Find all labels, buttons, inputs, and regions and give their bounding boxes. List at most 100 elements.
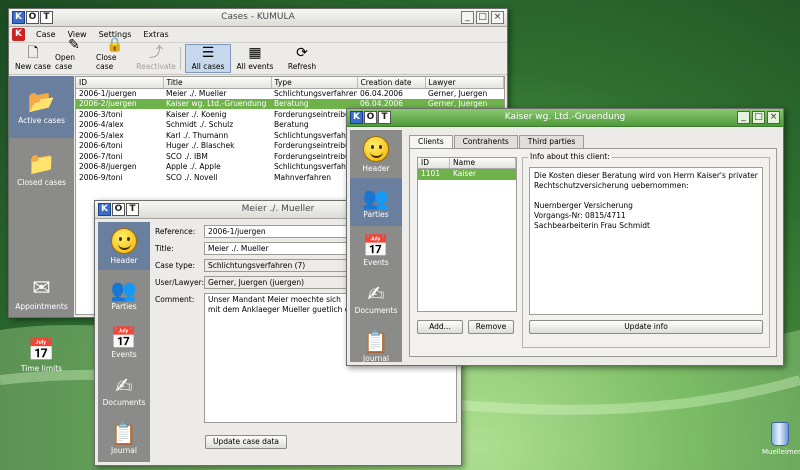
column-header[interactable]: ID [76, 77, 164, 89]
documents-icon: ✍ [367, 281, 385, 306]
info-line: Die Kosten dieser Beratung wird von Herr… [534, 171, 758, 190]
section-header[interactable]: Header [98, 222, 150, 270]
section-documents[interactable]: ✍ Documents [98, 366, 150, 414]
column-header[interactable]: Lawyer [425, 77, 504, 89]
update-info-button[interactable]: Update info [529, 320, 763, 334]
section-events[interactable]: 📅 Events [98, 318, 150, 366]
section-label: Header [362, 163, 390, 173]
new-case-button[interactable]: 🗋 New case [13, 44, 53, 73]
section-events[interactable]: 📅 Events [350, 226, 402, 274]
smiley-icon [363, 135, 389, 162]
table-cell: Meier ./. Mueller [166, 89, 227, 98]
toolbar-label: Reactivate [136, 62, 176, 71]
section-label: Parties [363, 209, 389, 219]
sidebar-item-label: Time limits [20, 363, 63, 373]
client-info-textarea[interactable]: Die Kosten dieser Beratung wird von Herr… [529, 167, 763, 315]
minimize-icon[interactable]: _ [461, 11, 474, 24]
table-cell: Forderungseintreibung [274, 109, 357, 119]
sidebar-item-label: Closed cases [17, 177, 66, 187]
list-item[interactable]: 1101 Kaiser [418, 169, 516, 180]
tab-contrahents[interactable]: Contrahents [453, 135, 518, 148]
closed-folder-icon: 📁 [27, 151, 56, 177]
reactivate-button[interactable]: ⤴ Reactivate [136, 44, 176, 73]
toolbar: 🗋 New case ✎ Open case 🔒 Close case ⤴ Reactivat… [9, 37, 507, 75]
open-case-button[interactable]: ✎ Open case [54, 37, 94, 73]
tab-clients[interactable]: Clients [409, 135, 453, 149]
cases-sidebar: 📂 Active cases 📁 Closed cases ✉ Appointments 📅… [9, 76, 74, 373]
trash-label: Muelleimer [762, 448, 800, 456]
client-id: 1101 [421, 169, 441, 178]
clients-col-id[interactable]: ID [418, 158, 450, 168]
section-journal[interactable]: 📋 Journal [350, 322, 402, 370]
menu-case[interactable]: Case [31, 30, 61, 39]
section-parties[interactable]: 👥 Parties [98, 270, 150, 318]
new-case-icon: 🗋 [27, 45, 39, 61]
add-client-button[interactable]: Add... [417, 320, 463, 334]
window-controls: _ □ × [461, 11, 504, 24]
desktop-trash[interactable]: Muelleimer [762, 422, 800, 456]
section-documents[interactable]: ✍ Documents [350, 274, 402, 322]
section-parties[interactable]: 👥 Parties [350, 178, 402, 226]
column-header[interactable]: Type [271, 77, 358, 89]
reference-label: Reference: [155, 227, 196, 236]
table-cell: Beratung [271, 98, 357, 109]
table-cell: Forderungseintreibung [274, 141, 357, 151]
appointments-icon: ✉ [32, 275, 51, 301]
toolbar-label: New case [15, 62, 51, 71]
table-cell: Forderungseintreibung [274, 151, 357, 161]
case-sections-sidebar: Header 👥 Parties 📅 Events ✍ Documents 📋 Journal [350, 130, 402, 363]
clients-panel: ID Name 1101 Kaiser Add... Remove Info a… [409, 148, 777, 357]
table-cell: 2006-2/juergen [76, 98, 163, 109]
column-header[interactable]: Title [163, 77, 272, 89]
update-case-data-button[interactable]: Update case data [205, 435, 287, 449]
section-label: Header [110, 255, 138, 265]
clients-list: ID Name 1101 Kaiser [417, 157, 517, 312]
minimize-icon[interactable]: _ [737, 111, 750, 124]
section-label: Documents [102, 397, 146, 407]
section-journal[interactable]: 📋 Journal [98, 414, 150, 462]
client-name: Kaiser [453, 169, 477, 178]
maximize-icon[interactable]: □ [752, 111, 765, 124]
maximize-icon[interactable]: □ [476, 11, 489, 24]
client-info-group: Info about this client: Die Kosten diese… [522, 152, 770, 348]
sidebar-item-active-cases[interactable]: 📂 Active cases [9, 76, 74, 138]
all-events-button[interactable]: ▦ All events [232, 44, 278, 73]
smiley-icon [111, 227, 137, 254]
cases-titlebar[interactable]: K O T Cases - KUMULA _ □ × [9, 9, 507, 27]
title-label: Title: [155, 244, 174, 253]
remove-client-button[interactable]: Remove [468, 320, 514, 334]
calendar-icon: 📅 [110, 325, 138, 350]
clients-col-name[interactable]: Name [450, 158, 516, 168]
column-header[interactable]: Creation date [357, 77, 426, 89]
section-label: Events [363, 257, 389, 267]
clients-header: ID Name [418, 158, 516, 169]
open-case-icon: ✎ [68, 37, 80, 53]
table-cell: Schlichtungsverfahren [274, 130, 357, 140]
toolbar-separator [180, 47, 181, 70]
table-cell: 2006-1/juergen [79, 89, 137, 98]
parties-tabs: Clients Contrahents Third parties [409, 135, 585, 149]
parties-icon: 👥 [110, 277, 138, 302]
refresh-button[interactable]: ⟳ Refresh [279, 44, 325, 73]
info-line: Vorgangs-Nr: 0815/4711 [534, 211, 626, 220]
menu-extras[interactable]: Extras [138, 30, 173, 39]
table-cell: Schmidt ./. Schulz [166, 120, 234, 130]
sidebar-item-appointments[interactable]: ✉ Appointments [9, 262, 74, 324]
all-cases-button[interactable]: ☰ All cases [185, 44, 231, 73]
tab-third-parties[interactable]: Third parties [518, 135, 585, 148]
close-icon[interactable]: × [491, 11, 504, 24]
section-header[interactable]: Header [350, 130, 402, 178]
table-cell: Apple ./. Apple [166, 162, 221, 172]
table-cell: 2006-9/toni [79, 172, 123, 182]
table-row[interactable]: 2006-1/juergen Meier ./. Mueller Schlichtu… [76, 88, 504, 99]
table-cell: 2006-5/alex [79, 130, 124, 140]
table-cell: Schlichtungsverfahren [274, 162, 357, 172]
close-icon[interactable]: × [767, 111, 780, 124]
kaiser-titlebar[interactable]: K O T Kaiser wg. Ltd.-Gruendung _ □ × [347, 109, 783, 127]
table-cell: Kaiser wg. Ltd.-Gruendung [163, 98, 271, 109]
sidebar-item-time-limits[interactable]: 📅 Time limits [9, 324, 74, 386]
toolbar-label: Close case [96, 53, 117, 71]
close-case-button[interactable]: 🔒 Close case [95, 37, 135, 73]
sidebar-item-closed-cases[interactable]: 📁 Closed cases [9, 138, 74, 200]
